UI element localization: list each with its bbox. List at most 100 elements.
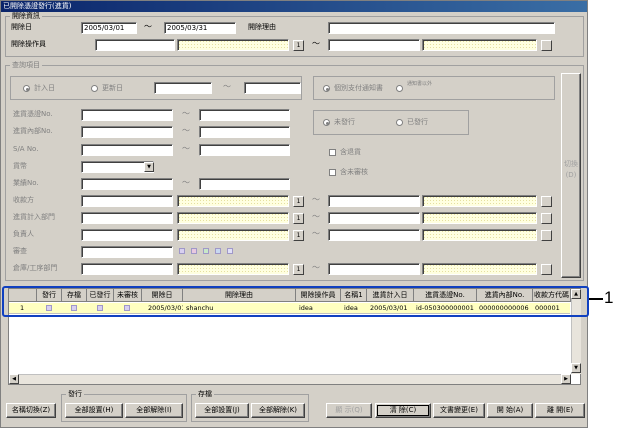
delete-reason-input[interactable] [328, 22, 555, 34]
owner-from-lookup-button[interactable]: 1 [293, 230, 304, 241]
review-color-swatch-3[interactable] [203, 248, 209, 254]
payee-to-lookup-button[interactable] [541, 196, 552, 207]
currency-dropdown-arrow-icon[interactable]: ▼ [144, 162, 154, 172]
payee-label: 收款方 [13, 196, 34, 204]
warehouse-label: 倉庫/工序部門 [13, 264, 58, 272]
review-color-swatch-1[interactable] [179, 248, 185, 254]
unissued-radio[interactable] [323, 119, 330, 126]
ref-tilde: 〜 [182, 178, 190, 187]
sa-no-from-input[interactable] [81, 144, 173, 156]
payee-from-name-field [177, 195, 289, 207]
internal-no-label: 進貨內部No. [13, 127, 53, 135]
include-unreviewed-label: 含未審核 [340, 168, 368, 176]
callout-leader-line [589, 298, 603, 300]
internal-no-to-input[interactable] [199, 126, 290, 138]
include-returned-checkbox[interactable] [329, 149, 336, 156]
review-color-swatch-5[interactable] [227, 248, 233, 254]
dept-from-lookup-button[interactable]: 1 [293, 213, 304, 224]
warehouse-to-lookup-button[interactable] [541, 264, 552, 275]
scroll-down-arrow-icon[interactable]: ▼ [571, 363, 581, 373]
individual-notice-label: 個別支付通知書 [334, 84, 383, 92]
other-notice-label: 通知書以外 [407, 81, 433, 87]
payee-to-name-field [422, 195, 537, 207]
owner-from-code-input[interactable] [81, 229, 173, 241]
operator-from-code-input[interactable] [95, 39, 175, 51]
review-input[interactable] [81, 246, 173, 258]
owner-from-name-field [177, 229, 289, 241]
dept-from-code-input[interactable] [81, 212, 173, 224]
voucher-no-to-input[interactable] [199, 109, 290, 121]
query-legend: 查詢項目 [12, 61, 40, 69]
currency-label: 貨幣 [13, 162, 27, 170]
operator-to-code-input[interactable] [328, 39, 420, 51]
warehouse-to-name-field [422, 263, 537, 275]
dept-to-name-field [422, 212, 537, 224]
issued-label: 已發行 [407, 118, 428, 126]
warehouse-from-code-input[interactable] [81, 263, 173, 275]
save-select-all-button[interactable]: 全部設置(J) [195, 403, 249, 418]
review-color-swatch-2[interactable] [191, 248, 197, 254]
warehouse-from-lookup-button[interactable]: 1 [293, 264, 304, 275]
internal-tilde: 〜 [182, 126, 190, 135]
voucher-no-label: 進貨憑證No. [13, 110, 53, 118]
dept-to-code-input[interactable] [328, 212, 420, 224]
window-title: 已開除憑證發行(進貨) [1, 1, 587, 12]
query-date-tilde: 〜 [223, 82, 231, 91]
voucher-no-from-input[interactable] [81, 109, 173, 121]
issue-select-all-button[interactable]: 全部設置(H) [65, 403, 123, 418]
review-color-swatch-4[interactable] [215, 248, 221, 254]
payee-tilde: 〜 [312, 195, 320, 204]
operator-range-tilde: 〜 [312, 39, 320, 48]
save-group-legend: 存檔 [198, 390, 212, 398]
doc-change-button[interactable]: 文書變更(E) [433, 403, 485, 418]
payee-from-lookup-button[interactable]: 1 [293, 196, 304, 207]
voucher-tilde: 〜 [182, 109, 190, 118]
query-date-from-input[interactable] [154, 82, 212, 94]
sa-no-to-input[interactable] [199, 144, 290, 156]
operator-from-name-field [177, 39, 289, 51]
payee-from-code-input[interactable] [81, 195, 173, 207]
save-clear-all-button[interactable]: 全部解除(K) [251, 403, 305, 418]
include-unreviewed-checkbox[interactable] [329, 169, 336, 176]
name-toggle-button[interactable]: 名稱切換(Z) [6, 403, 56, 418]
warehouse-to-code-input[interactable] [328, 263, 420, 275]
update-date-label: 更新日 [102, 84, 123, 92]
delete-date-to-input[interactable]: 2005/03/31 [164, 22, 236, 34]
operator-to-lookup-button[interactable] [541, 40, 552, 51]
display-button[interactable]: 顯 示(Q) [326, 403, 372, 418]
switch-button[interactable]: 切換(D) [561, 73, 581, 278]
owner-to-lookup-button[interactable] [541, 230, 552, 241]
scroll-right-arrow-icon[interactable]: ▶ [561, 374, 571, 384]
operator-to-name-field [422, 39, 537, 51]
ref-no-label: 業績No. [13, 179, 39, 187]
update-date-radio[interactable] [91, 85, 98, 92]
issue-group-legend: 發行 [68, 390, 82, 398]
ref-no-to-input[interactable] [199, 178, 290, 190]
entry-date-label: 計入日 [34, 84, 55, 92]
delete-date-label: 開除日 [11, 23, 32, 31]
payee-to-code-input[interactable] [328, 195, 420, 207]
scroll-left-arrow-icon[interactable]: ◀ [9, 374, 19, 384]
horizontal-scrollbar[interactable] [9, 374, 571, 384]
individual-notice-radio[interactable] [323, 85, 330, 92]
clear-button[interactable]: 清 除(C) [375, 403, 431, 418]
entry-date-radio[interactable] [23, 85, 30, 92]
date-range-tilde: 〜 [144, 22, 152, 31]
ref-no-from-input[interactable] [81, 178, 173, 190]
owner-tilde: 〜 [312, 229, 320, 238]
dept-from-name-field [177, 212, 289, 224]
owner-to-code-input[interactable] [328, 229, 420, 241]
close-button[interactable]: 離 開(E) [535, 403, 585, 418]
operator-from-lookup-button[interactable]: 1 [293, 40, 304, 51]
dept-to-lookup-button[interactable] [541, 213, 552, 224]
delete-date-from-input[interactable]: 2005/03/01 [81, 22, 137, 34]
other-notice-radio[interactable] [396, 85, 403, 92]
issued-radio[interactable] [396, 119, 403, 126]
start-button[interactable]: 開 始(A) [487, 403, 533, 418]
internal-no-from-input[interactable] [81, 126, 173, 138]
dept-label: 進貨計入部門 [13, 213, 55, 221]
issue-clear-all-button[interactable]: 全部解除(I) [125, 403, 183, 418]
sa-tilde: 〜 [182, 144, 190, 153]
query-date-to-input[interactable] [244, 82, 301, 94]
owner-label: 負責人 [13, 230, 34, 238]
